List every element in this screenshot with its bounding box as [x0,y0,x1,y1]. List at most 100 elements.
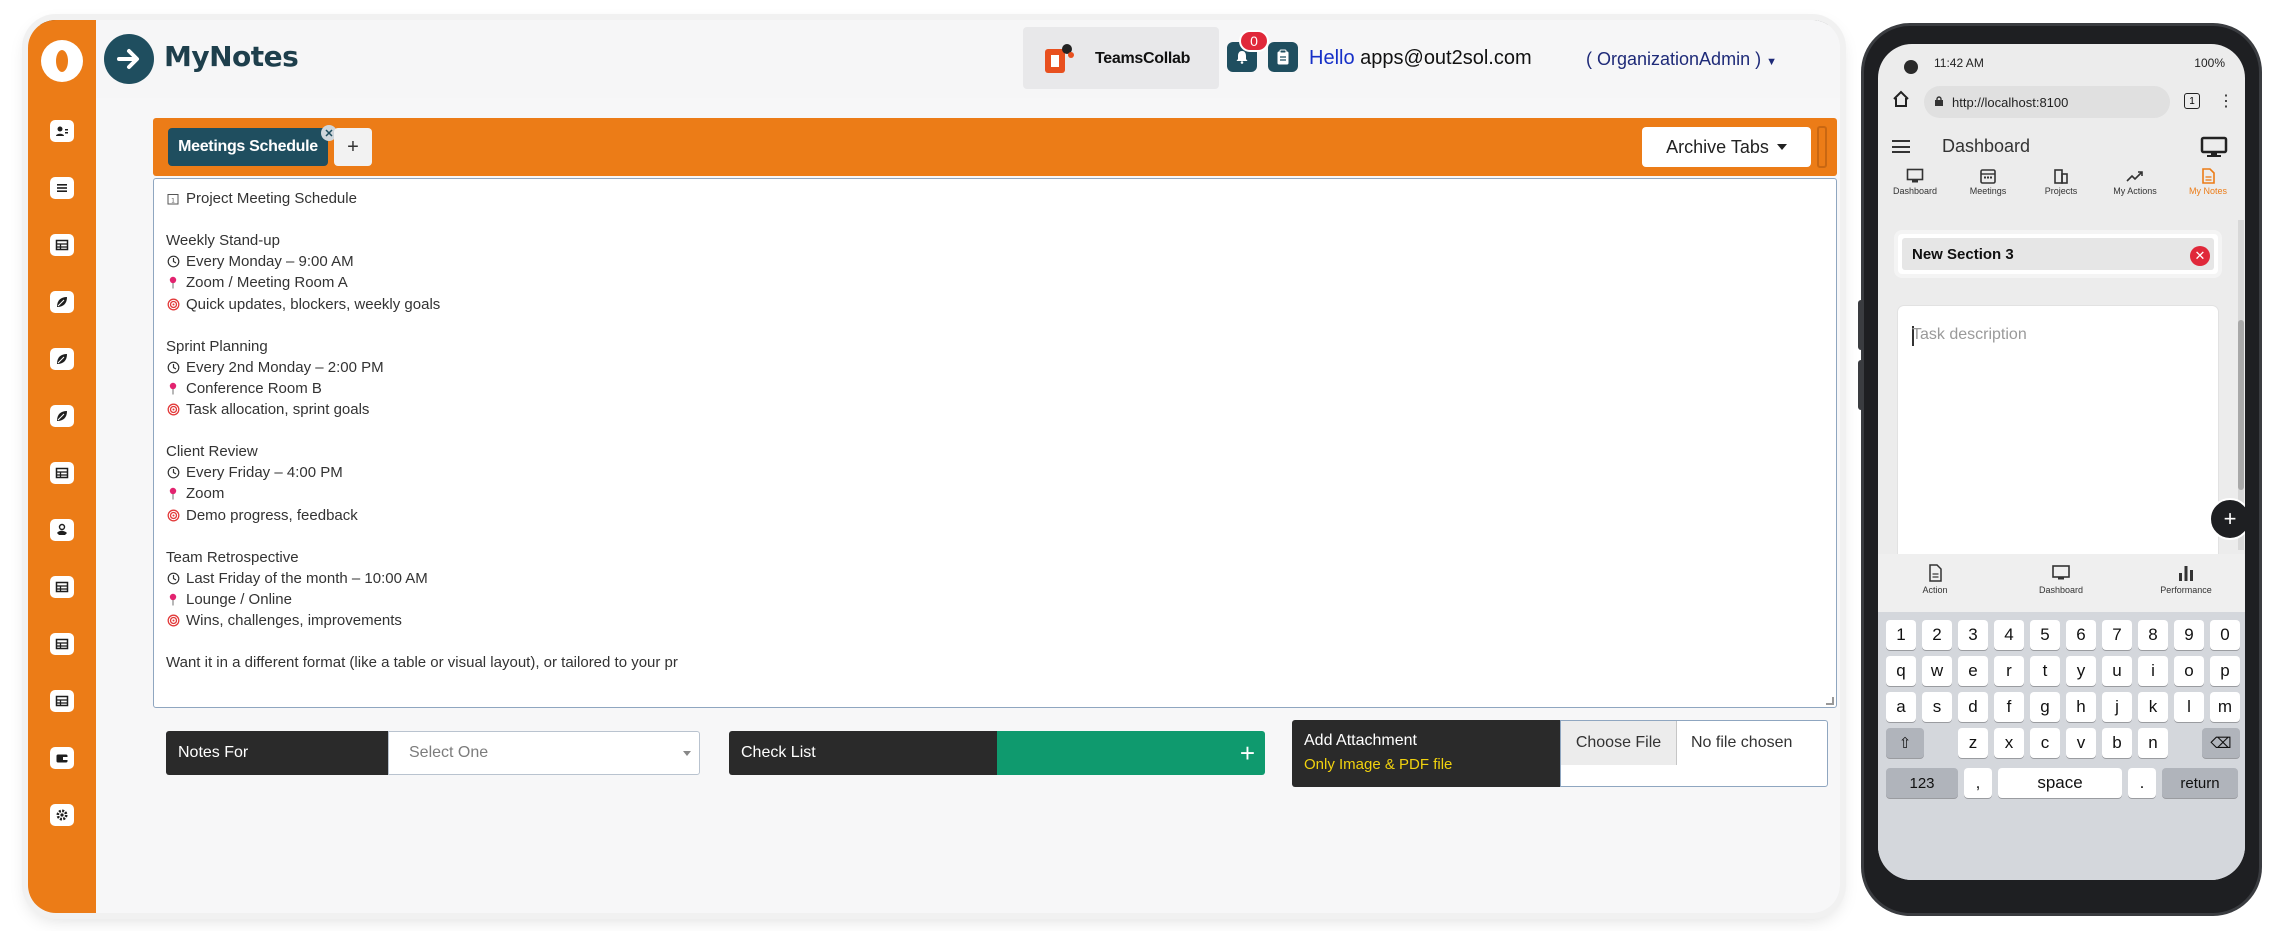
return-key[interactable]: return [2162,768,2238,798]
key-7[interactable]: 7 [2102,620,2132,650]
key-8[interactable]: 8 [2138,620,2168,650]
key-j[interactable]: j [2102,692,2132,722]
bottom-nav-dashboard[interactable]: Dashboard [2021,564,2101,595]
arrow-right-icon[interactable] [104,34,154,84]
table-icon[interactable] [50,633,74,655]
add-checklist-button[interactable]: + [997,731,1265,775]
home-icon[interactable] [1892,90,1910,108]
add-fab-button[interactable]: + [2209,498,2245,540]
key-v[interactable]: v [2066,728,2096,758]
editor-line: Weekly Stand-up [166,232,280,249]
key-5[interactable]: 5 [2030,620,2060,650]
monitor-icon[interactable] [2200,136,2228,158]
task-description-input[interactable]: Task description [1898,306,2218,596]
editor-line-text: Zoom / Meeting Room A [186,274,348,292]
key-k[interactable]: k [2138,692,2168,722]
editor-line-text: Lounge / Online [186,590,292,608]
key-r[interactable]: r [1994,656,2024,686]
key-h[interactable]: h [2066,692,2096,722]
coins-icon[interactable] [50,519,74,541]
resize-handle[interactable] [1826,697,1834,705]
section-title[interactable]: New Section 3 [1902,238,2214,270]
key-a[interactable]: a [1886,692,1916,722]
gear-icon[interactable] [50,804,74,826]
editor-line-text: Conference Room B [186,379,322,397]
key-u[interactable]: u [2102,656,2132,686]
numbers-key[interactable]: 123 [1886,768,1958,798]
bottom-nav-action[interactable]: Action [1895,564,1975,595]
key-p[interactable]: p [2210,656,2240,686]
leaf-icon[interactable] [50,405,74,427]
key-y[interactable]: y [2066,656,2096,686]
tab-meetings-schedule[interactable]: Meetings Schedule [168,128,328,166]
list-icon[interactable] [50,177,74,199]
key-9[interactable]: 9 [2174,620,2204,650]
bar-chart-icon [2179,566,2193,581]
nav-my-notes[interactable]: My Notes [2173,168,2243,196]
menu-icon[interactable] [1892,140,1910,153]
key-x[interactable]: x [1994,728,2024,758]
archive-tabs-dropdown[interactable]: Archive Tabs [1642,127,1811,167]
org-switcher[interactable]: TeamsCollab [1023,27,1219,89]
tab-bar-handle[interactable] [1817,126,1827,168]
clipboard-icon[interactable] [1268,42,1298,72]
browser-tabs-button[interactable]: 1 [2184,93,2200,109]
more-vertical-icon[interactable]: ⋮ [2218,91,2234,111]
close-icon[interactable]: ✕ [2190,246,2210,266]
sidebar-logo[interactable] [41,40,83,82]
bottom-nav-performance[interactable]: Performance [2146,564,2226,595]
user-icon[interactable] [50,120,74,142]
monitor-icon [2052,565,2070,580]
table-icon[interactable] [50,690,74,712]
backspace-key[interactable]: ⌫ [2202,728,2240,758]
choose-file-button[interactable]: Choose File [1561,721,1677,765]
key-q[interactable]: q [1886,656,1916,686]
key-t[interactable]: t [2030,656,2060,686]
table-icon[interactable] [50,576,74,598]
teamscollab-logo-icon [1045,44,1074,73]
nav-my-actions[interactable]: My Actions [2100,168,2170,196]
table-icon[interactable] [50,462,74,484]
key-0[interactable]: 0 [2210,620,2240,650]
key-c[interactable]: c [2030,728,2060,758]
note-editor[interactable]: 1 Project Meeting Schedule Weekly Stand-up… [153,178,1837,708]
file-input[interactable]: Choose File No file chosen [1560,720,1828,787]
key-2[interactable]: 2 [1922,620,1952,650]
role-dropdown[interactable]: ( OrganizationAdmin ) ▼ [1586,49,1777,70]
key-s[interactable]: s [1922,692,1952,722]
nav-dashboard[interactable]: Dashboard [1880,168,1950,196]
key-b[interactable]: b [2102,728,2132,758]
key-l[interactable]: l [2174,692,2204,722]
key-w[interactable]: w [1922,656,1952,686]
editor-line: Client Review [166,443,258,460]
editor-line-text: Sprint Planning [166,337,268,355]
period-key[interactable]: . [2128,768,2156,798]
table-icon[interactable] [50,234,74,256]
key-g[interactable]: g [2030,692,2060,722]
scrollbar-thumb[interactable] [2238,320,2244,490]
key-1[interactable]: 1 [1886,620,1916,650]
shift-key[interactable]: ⇧ [1886,728,1924,758]
key-m[interactable]: m [2210,692,2240,722]
key-e[interactable]: e [1958,656,1988,686]
key-3[interactable]: 3 [1958,620,1988,650]
comma-key[interactable]: , [1964,768,1992,798]
nav-meetings[interactable]: Meetings [1953,168,2023,196]
key-o[interactable]: o [2174,656,2204,686]
key-d[interactable]: d [1958,692,1988,722]
add-tab-button[interactable]: + [334,128,372,166]
bottom-nav-label: Dashboard [2038,585,2084,595]
nav-projects[interactable]: Projects [2026,168,2096,196]
key-6[interactable]: 6 [2066,620,2096,650]
wallet-icon[interactable] [50,747,74,769]
key-z[interactable]: z [1958,728,1988,758]
leaf-icon[interactable] [50,348,74,370]
key-n[interactable]: n [2138,728,2168,758]
key-4[interactable]: 4 [1994,620,2024,650]
space-key[interactable]: space [1998,768,2122,798]
key-i[interactable]: i [2138,656,2168,686]
leaf-icon[interactable] [50,291,74,313]
url-field[interactable]: http://localhost:8100 [1924,86,2170,118]
notes-for-select[interactable]: Select One [388,731,700,775]
key-f[interactable]: f [1994,692,2024,722]
